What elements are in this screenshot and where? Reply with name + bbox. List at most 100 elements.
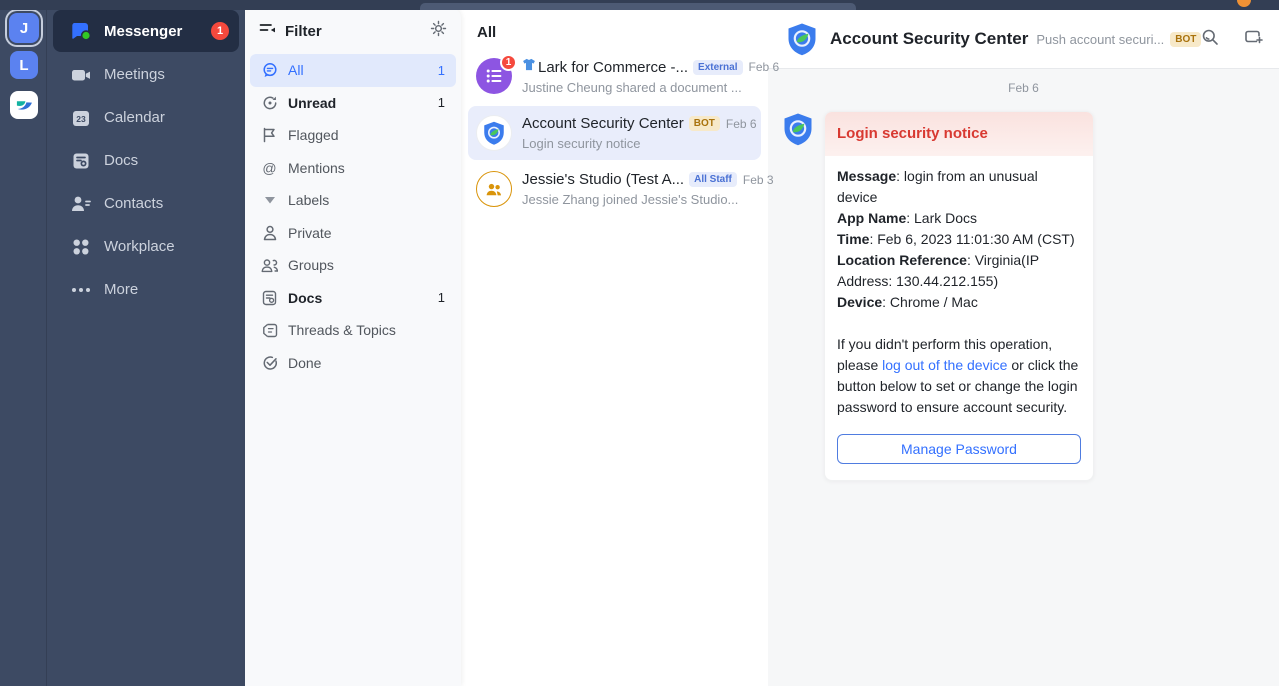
window-title-bar	[0, 0, 1279, 10]
video-camera-icon	[70, 65, 92, 85]
nav-item-meetings[interactable]: Meetings	[47, 53, 245, 96]
conversation-list: All 1 Lark for Commerce -... External Fe…	[461, 10, 768, 686]
filter-item-private[interactable]: Private	[250, 217, 456, 250]
people-icon	[261, 257, 278, 274]
notice-field-app-name: App Name: Lark Docs	[837, 208, 1081, 229]
filter-label: Mentions	[288, 160, 445, 176]
chat-bubble-icon	[70, 21, 92, 41]
chat-title: Account Security Center	[830, 29, 1028, 49]
filter-count: 1	[438, 63, 445, 78]
conversation-jessies-studio[interactable]: Jessie's Studio (Test A... All Staff Feb…	[468, 162, 761, 216]
field-label: App Name	[837, 210, 906, 226]
security-notice-title: Login security notice	[837, 125, 988, 142]
filter-item-threads-topics[interactable]: Threads & Topics	[250, 314, 456, 347]
date-separator: Feb 6	[768, 69, 1279, 95]
filter-icon	[259, 22, 276, 41]
nav-item-messenger[interactable]: Messenger 1	[53, 10, 239, 52]
manage-password-button[interactable]: Manage Password	[837, 434, 1081, 464]
nav-item-workplace[interactable]: Workplace	[47, 225, 245, 268]
security-shield-avatar[interactable]	[780, 111, 816, 147]
user-avatar-dot[interactable]	[1237, 0, 1251, 7]
filter-label: Done	[288, 355, 445, 371]
conversation-date: Feb 3	[737, 173, 774, 187]
person-icon	[261, 224, 278, 241]
refresh-circle-icon	[261, 94, 278, 111]
svg-text:23: 23	[76, 113, 86, 123]
filter-label: Threads & Topics	[288, 322, 445, 338]
notice-field-device: Device: Chrome / Mac	[837, 292, 1081, 313]
filter-item-docs[interactable]: Docs 1	[250, 282, 456, 315]
nav-item-docs[interactable]: Docs	[47, 139, 245, 182]
unread-count-badge: 1	[500, 54, 517, 71]
search-icon[interactable]	[1201, 28, 1219, 51]
log-out-device-link[interactable]: log out of the device	[882, 357, 1007, 373]
filter-label: Labels	[288, 192, 445, 208]
at-sign-icon: @	[261, 159, 278, 176]
bot-message: Login security notice Message: login fro…	[768, 95, 1279, 481]
contacts-icon	[70, 194, 92, 214]
docs-icon	[70, 151, 92, 171]
filter-item-labels[interactable]: Labels	[250, 184, 456, 217]
nav-label: Messenger	[104, 23, 211, 40]
field-value: : Feb 6, 2023 11:01:30 AM (CST)	[869, 231, 1074, 247]
chat-description: Push account securi...	[1036, 32, 1164, 47]
nav-label: Docs	[104, 152, 231, 169]
thread-icon	[261, 322, 278, 339]
filter-settings-gear-icon[interactable]	[430, 20, 447, 42]
nav-label: Meetings	[104, 66, 231, 83]
filter-item-mentions[interactable]: @ Mentions	[250, 152, 456, 185]
filter-count: 1	[438, 95, 445, 110]
filter-item-all[interactable]: All 1	[250, 54, 456, 87]
field-label: Time	[837, 231, 869, 247]
filter-item-flagged[interactable]: Flagged	[250, 119, 456, 152]
workspace-avatar-l[interactable]: L	[10, 51, 38, 79]
security-notice-card: Login security notice Message: login fro…	[824, 111, 1094, 481]
lark-logo-icon[interactable]	[10, 91, 38, 119]
document-icon	[261, 289, 278, 306]
chat-panel: Account Security Center Push account sec…	[768, 10, 1279, 686]
flag-icon	[261, 127, 278, 144]
conversation-account-security-center[interactable]: Account Security Center BOT Feb 6 Login …	[468, 106, 761, 160]
video-call-add-icon[interactable]	[1244, 28, 1264, 51]
global-search-bar[interactable]	[420, 3, 856, 10]
bot-badge: BOT	[689, 116, 720, 131]
filter-panel: Filter All 1	[245, 8, 461, 686]
conversation-date: Feb 6	[720, 117, 757, 131]
filter-label: Groups	[288, 257, 445, 273]
check-circle-icon	[261, 354, 278, 371]
field-value: : Chrome / Mac	[882, 294, 978, 310]
filter-label: Flagged	[288, 127, 445, 143]
purple-list-avatar: 1	[476, 58, 512, 94]
nav-label: Calendar	[104, 109, 231, 126]
conversation-preview: Login security notice	[522, 136, 753, 151]
conversation-preview: Jessie Zhang joined Jessie's Studio...	[522, 192, 753, 207]
security-shield-avatar[interactable]	[784, 21, 820, 57]
filter-item-unread[interactable]: Unread 1	[250, 87, 456, 120]
chat-bubble-icon	[261, 62, 278, 79]
notice-field-time: Time: Feb 6, 2023 11:01:30 AM (CST)	[837, 229, 1081, 250]
bot-badge: BOT	[1170, 32, 1201, 47]
filter-label: Private	[288, 225, 445, 241]
filter-item-done[interactable]: Done	[250, 347, 456, 380]
tshirt-emoji-icon	[522, 58, 536, 76]
nav-item-contacts[interactable]: Contacts	[47, 182, 245, 225]
workspace-avatar-j[interactable]: J	[9, 13, 39, 43]
messenger-unread-badge: 1	[211, 22, 229, 40]
filter-count: 1	[438, 290, 445, 305]
chat-header: Account Security Center Push account sec…	[768, 10, 1279, 69]
filter-label: Docs	[288, 290, 438, 306]
conversation-date: Feb 6	[743, 60, 780, 74]
orange-group-avatar	[476, 171, 512, 207]
filter-panel-title: Filter	[285, 23, 430, 40]
conversation-lark-for-commerce[interactable]: 1 Lark for Commerce -... External Feb 6 …	[468, 49, 761, 104]
security-notice-card-header: Login security notice	[825, 112, 1093, 156]
filter-item-groups[interactable]: Groups	[250, 249, 456, 282]
conversation-list-header: All	[461, 10, 768, 49]
chat-message-area: Feb 6 Login security notice Message: log…	[768, 69, 1279, 686]
field-label: Device	[837, 294, 882, 310]
main-navigation: Messenger 1 Meetings 23 Calendar	[47, 10, 245, 686]
nav-item-calendar[interactable]: 23 Calendar	[47, 96, 245, 139]
notice-field-location: Location Reference: Virginia(IP Address:…	[837, 250, 1081, 292]
nav-item-more[interactable]: More	[47, 268, 245, 311]
nav-label: Contacts	[104, 195, 231, 212]
